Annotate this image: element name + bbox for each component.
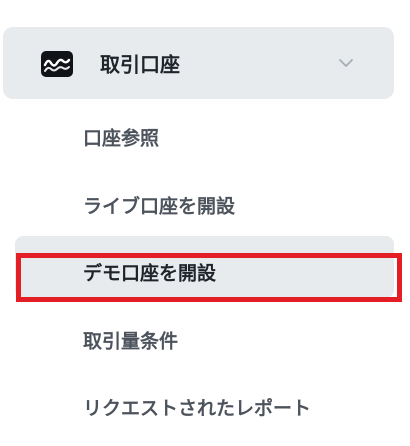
menu-item-label: 口座参照 (83, 127, 160, 150)
menu-item-open-live-account[interactable]: ライブ口座を開設 (0, 179, 394, 231)
menu-item-label: 取引量条件 (83, 330, 179, 353)
menu-item-volume-conditions[interactable]: 取引量条件 (0, 314, 394, 366)
trading-accounts-section-header[interactable]: 取引口座 (3, 27, 394, 99)
menu-item-open-demo-account[interactable]: デモ口座を開設 (15, 236, 394, 298)
chevron-down-icon[interactable] (338, 58, 354, 68)
chart-wave-icon (41, 51, 73, 77)
menu-item-label: ライブ口座を開設 (83, 195, 236, 218)
section-title: 取引口座 (100, 52, 180, 77)
menu-item-label: デモ口座を開設 (83, 262, 217, 285)
menu-item-label: リクエストされたレポート (83, 397, 312, 420)
menu-item-requested-reports[interactable]: リクエストされたレポート (0, 381, 394, 433)
menu-item-view-accounts[interactable]: 口座参照 (0, 111, 394, 163)
